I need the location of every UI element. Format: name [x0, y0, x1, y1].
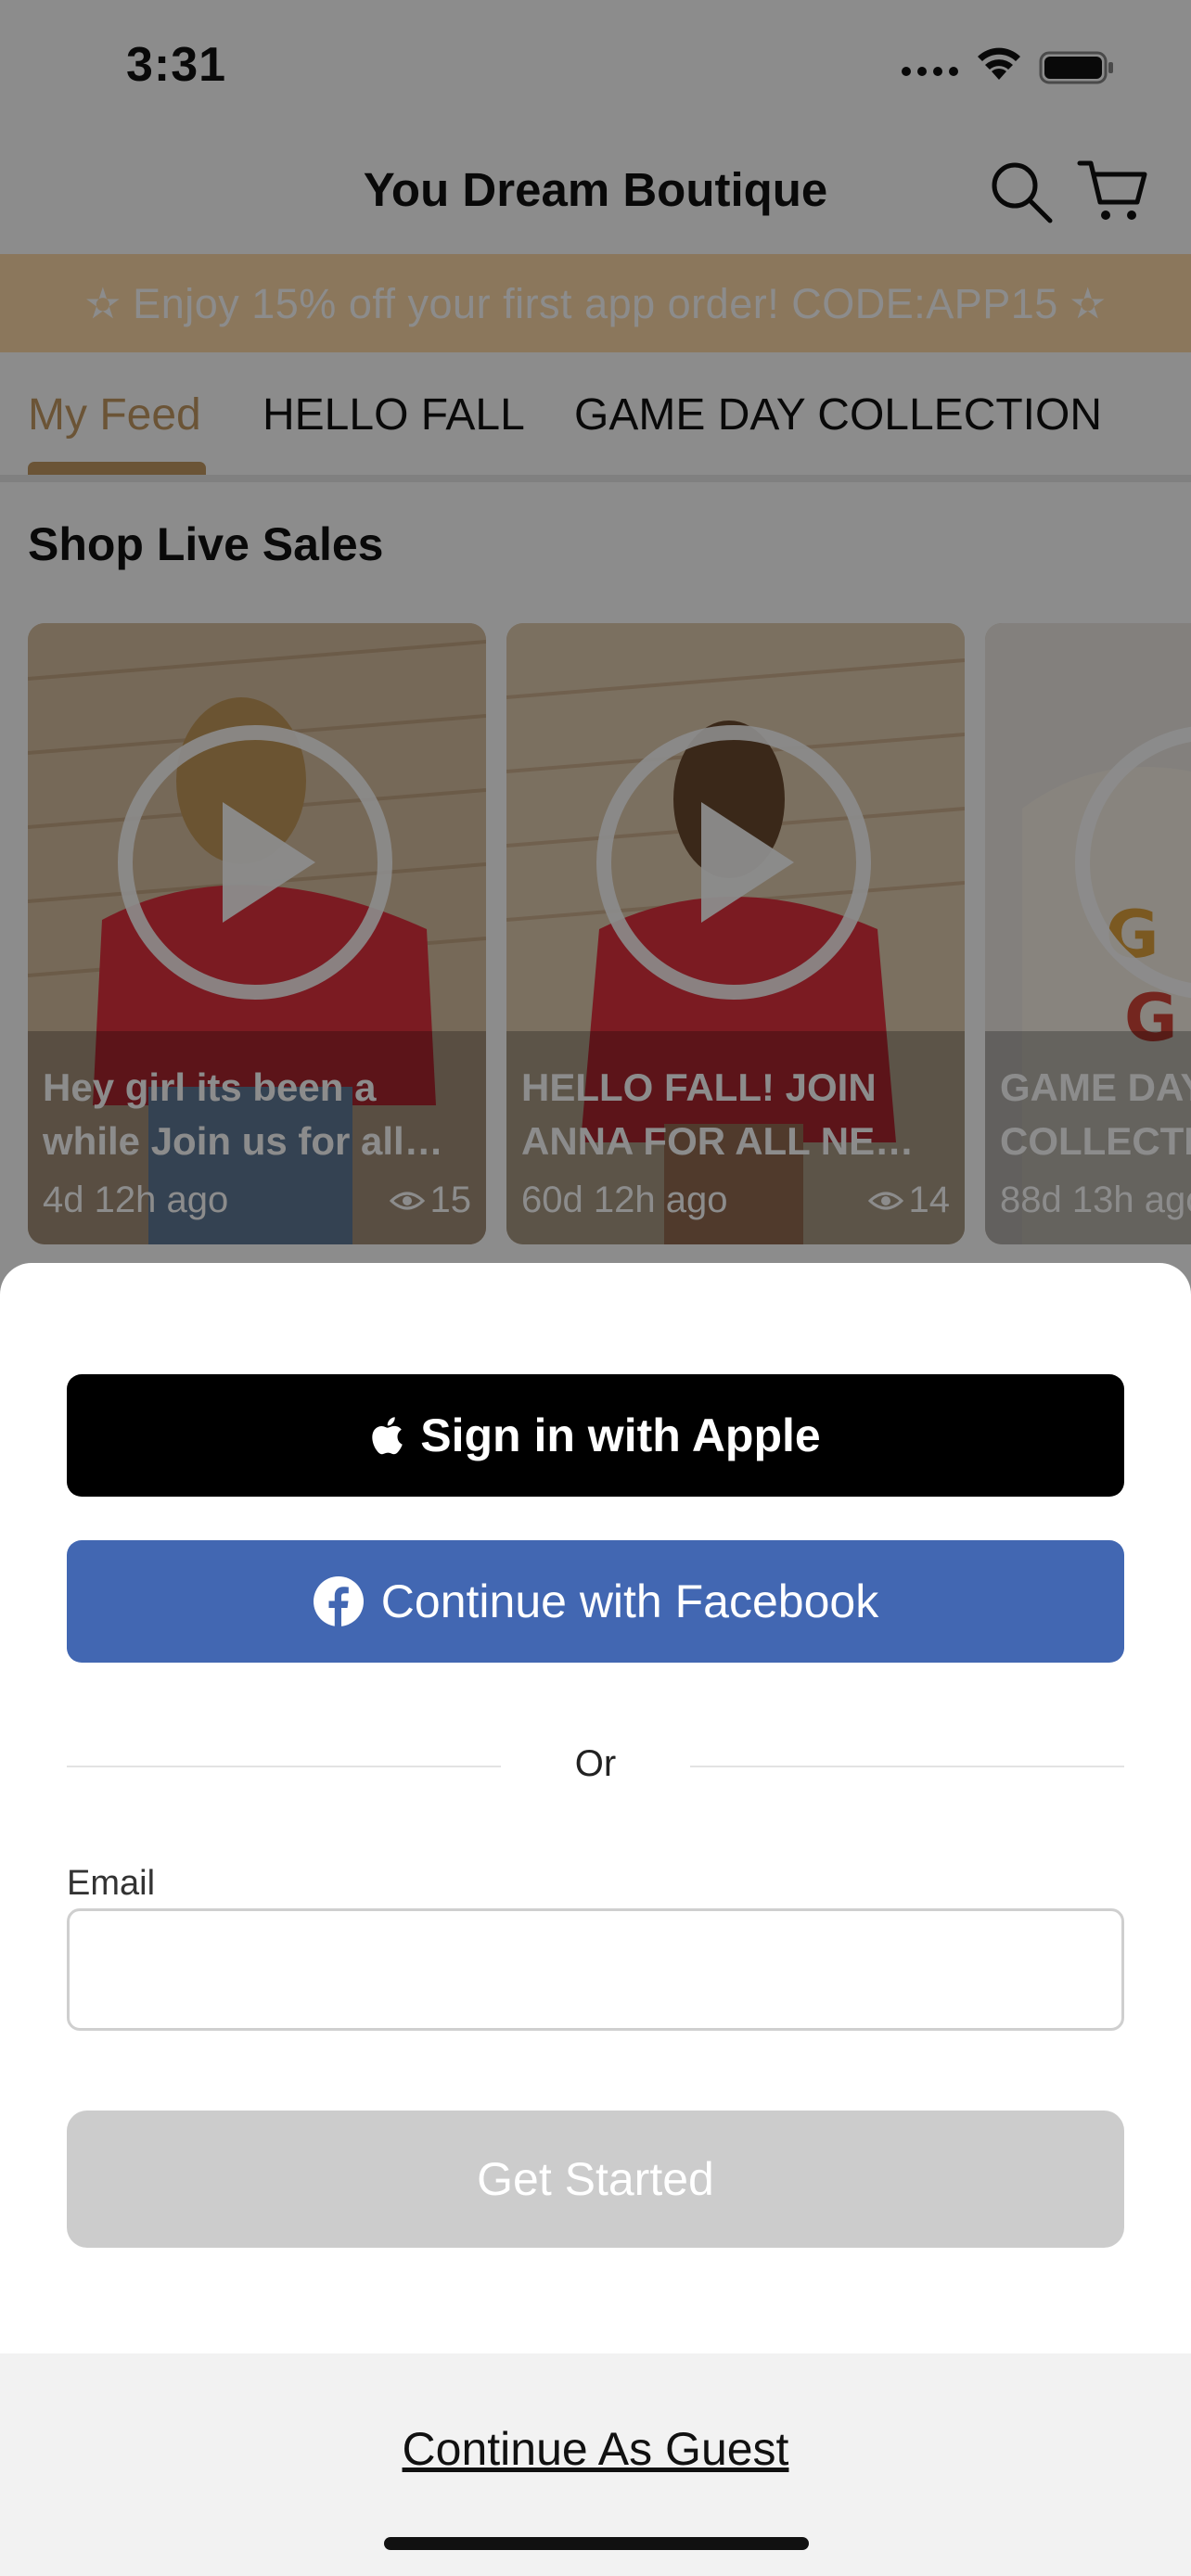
or-separator: Or [574, 1743, 617, 1784]
apple-icon [372, 1417, 403, 1455]
sign-in-sheet: Sign in with Apple Continue with Faceboo… [0, 1263, 1191, 2576]
home-indicator[interactable] [384, 2537, 809, 2550]
continue-with-facebook-button[interactable]: Continue with Facebook [67, 1540, 1124, 1663]
sign-in-with-apple-button[interactable]: Sign in with Apple [67, 1374, 1124, 1497]
apple-button-label: Sign in with Apple [420, 1409, 821, 1461]
facebook-button-label: Continue with Facebook [380, 1575, 879, 1627]
divider-right [690, 1766, 1124, 1767]
get-started-label: Get Started [477, 2153, 714, 2205]
email-label: Email [67, 1864, 156, 1903]
email-field[interactable] [67, 1908, 1124, 2031]
facebook-icon [313, 1576, 364, 1626]
get-started-button[interactable]: Get Started [67, 2111, 1124, 2248]
continue-as-guest-link[interactable]: Continue As Guest [0, 2422, 1191, 2476]
